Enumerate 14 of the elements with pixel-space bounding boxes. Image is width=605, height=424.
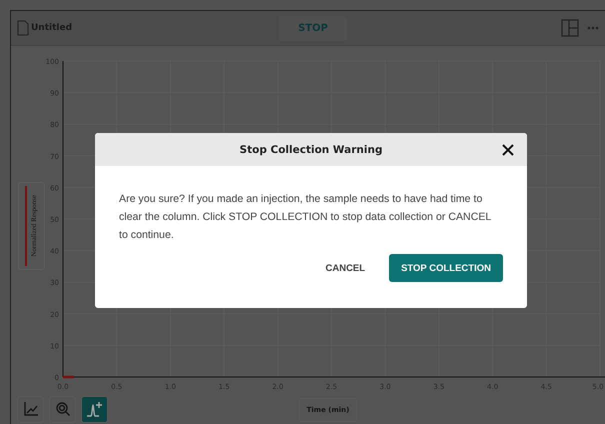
dialog-message: Are you sure? If you made an injection, the sample needs to have had time to clear the column. Click STOP COLLECTION to stop data collection or CANCEL to continue. xyxy=(119,192,492,243)
chart-axes-icon xyxy=(22,401,38,417)
dialog-title: Stop Collection Warning xyxy=(240,144,382,156)
zoom-icon xyxy=(54,401,70,417)
close-icon xyxy=(502,144,514,156)
document-icon xyxy=(17,20,29,36)
peak-add-icon xyxy=(86,400,104,418)
tool-button[interactable] xyxy=(17,396,44,422)
layout-icon[interactable] xyxy=(561,19,579,37)
cancel-button[interactable]: CANCEL xyxy=(321,258,370,278)
tool-button[interactable] xyxy=(81,396,108,422)
more-icon[interactable] xyxy=(587,26,599,30)
stop-collection-button[interactable]: STOP COLLECTION xyxy=(389,254,503,282)
tool-button[interactable] xyxy=(49,396,76,422)
